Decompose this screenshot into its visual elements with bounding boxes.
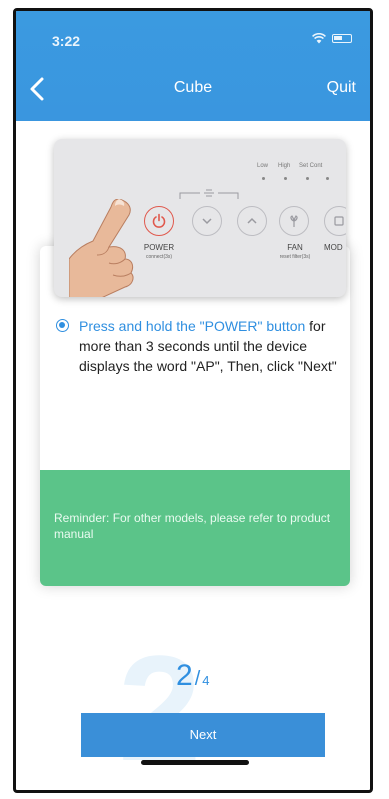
instruction-text: Press and hold the "POWER" button for mo…	[79, 316, 338, 376]
radio-selected-icon	[56, 319, 69, 332]
instruction-card: Press and hold the "POWER" button for mo…	[40, 246, 350, 586]
chevron-down-icon	[202, 218, 212, 225]
reminder-text: Reminder: For other models, please refer…	[54, 511, 331, 541]
fan-label: FAN	[287, 243, 303, 252]
indicator-dot	[262, 177, 265, 180]
indicator-dot	[306, 177, 309, 180]
fan-icon	[290, 215, 298, 227]
panel-label-low: Low	[257, 163, 269, 169]
status-time: 3:22	[52, 33, 81, 49]
quit-button[interactable]: Quit	[327, 79, 356, 97]
phone-screen: 3:22 Cube Quit Press and hold the "POWER…	[13, 8, 373, 793]
mode-button-illustration	[324, 206, 346, 236]
header-bar: 3:22 Cube Quit	[16, 11, 370, 121]
chevron-up-icon	[247, 217, 257, 224]
up-button-illustration	[237, 206, 267, 236]
fan-sublabel: reset filter(3s)	[279, 254, 311, 260]
panel-label-high: High	[278, 163, 291, 169]
fan-button-illustration	[279, 206, 309, 236]
down-button-illustration	[192, 206, 222, 236]
page-title: Cube	[173, 79, 213, 96]
panel-label-set-cont: Set Cont	[299, 163, 323, 169]
indicator-dot	[326, 177, 329, 180]
battery-icon	[332, 34, 352, 43]
device-panel-illustration: Low High Set Cont POWER connect(3s) FAN …	[54, 139, 346, 297]
step-indicator: 2/4	[176, 659, 209, 693]
instruction-item: Press and hold the "POWER" button for mo…	[56, 316, 338, 376]
instruction-highlight: Press and hold the "POWER" button	[79, 318, 306, 334]
indicator-dot	[284, 177, 287, 180]
mode-icon	[334, 216, 344, 226]
power-icon	[152, 213, 166, 228]
reminder-banner: Reminder: For other models, please refer…	[40, 470, 350, 586]
step-total: 4	[202, 673, 210, 688]
pointing-hand-icon	[69, 199, 134, 297]
step-current: 2	[176, 659, 193, 692]
mode-label: MOD	[324, 243, 343, 252]
home-indicator	[141, 760, 249, 765]
step-separator: /	[194, 668, 201, 690]
wifi-icon	[312, 33, 326, 44]
temp-bracket-icon	[179, 189, 239, 199]
next-button[interactable]: Next	[81, 713, 325, 757]
status-icons	[312, 33, 352, 44]
